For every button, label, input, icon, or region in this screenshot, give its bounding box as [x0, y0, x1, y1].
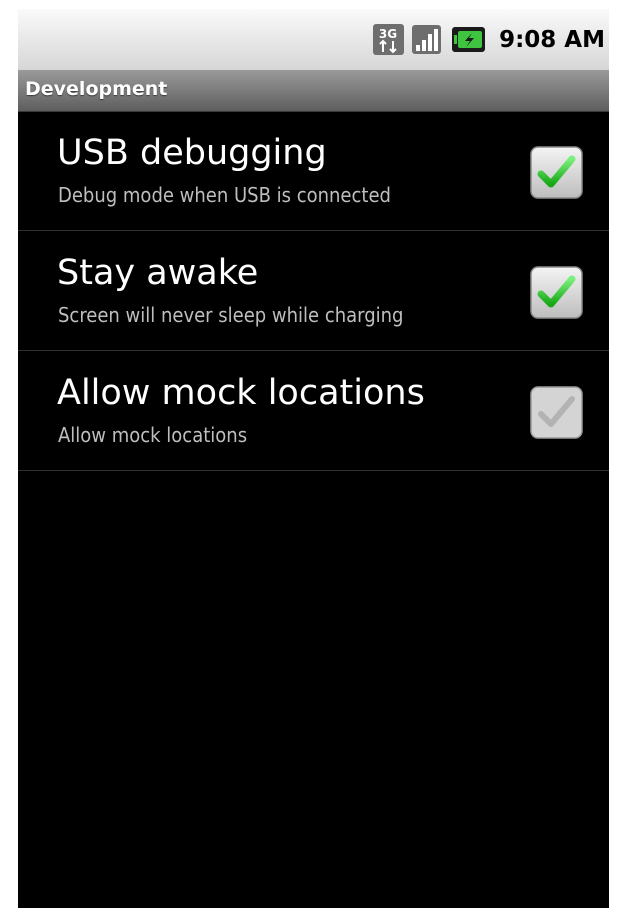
- android-screen: 3G 9:08 AM Development USB debugging Deb…: [18, 9, 609, 908]
- pref-summary: Debug mode when USB is connected: [58, 183, 391, 207]
- battery-charging-icon: [452, 27, 486, 52]
- pref-allow-mock-locations[interactable]: Allow mock locations Allow mock location…: [18, 351, 609, 471]
- signal-strength-icon: [411, 24, 442, 55]
- pref-usb-debugging[interactable]: USB debugging Debug mode when USB is con…: [18, 111, 609, 231]
- status-bar: 3G 9:08 AM: [18, 9, 609, 70]
- usb-debugging-checkbox[interactable]: [529, 145, 584, 200]
- pref-title: Stay awake: [57, 253, 259, 293]
- title-bar: Development: [18, 70, 609, 112]
- 3g-data-icon: 3G: [372, 23, 405, 56]
- clock: 9:08 AM: [499, 26, 605, 53]
- stay-awake-checkbox[interactable]: [529, 265, 584, 320]
- preference-list: USB debugging Debug mode when USB is con…: [18, 111, 609, 471]
- pref-summary: Screen will never sleep while charging: [58, 303, 404, 327]
- pref-title: Allow mock locations: [57, 373, 425, 413]
- pref-summary: Allow mock locations: [58, 423, 248, 447]
- page-title: Development: [25, 78, 168, 100]
- network-type-label: 3G: [379, 27, 397, 41]
- allow-mock-locations-checkbox[interactable]: [529, 385, 584, 440]
- status-icons: 3G 9:08 AM: [372, 9, 609, 70]
- pref-stay-awake[interactable]: Stay awake Screen will never sleep while…: [18, 231, 609, 351]
- pref-title: USB debugging: [57, 133, 327, 173]
